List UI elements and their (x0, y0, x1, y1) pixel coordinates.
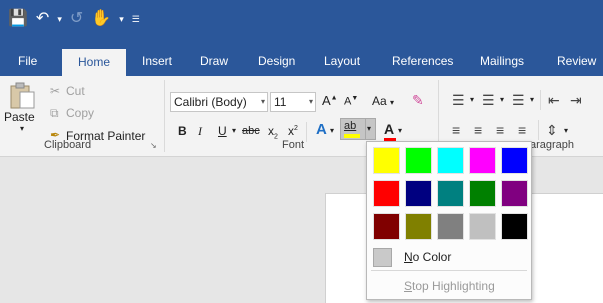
cut-button[interactable]: Cut (66, 84, 85, 98)
touch-dropdown-icon[interactable]: ▾ (119, 14, 124, 24)
line-spacing-icon[interactable]: ⇕ (546, 122, 558, 139)
change-case-button[interactable]: Aa ▾ (372, 94, 394, 108)
font-size-value: 11 (274, 95, 287, 109)
paragraph-group-label: aragraph (530, 139, 575, 151)
highlight-color-swatch[interactable] (501, 213, 528, 240)
no-color-option[interactable]: No Color (404, 250, 451, 264)
multilevel-dropdown-icon[interactable]: ▾ (530, 95, 534, 104)
subscript-button[interactable]: x2 (268, 124, 278, 140)
text-effects-dropdown-icon[interactable]: ▾ (330, 126, 334, 135)
paste-dropdown-icon[interactable]: ▾ (20, 124, 24, 133)
highlight-dropdown-button[interactable]: ▾ (366, 118, 376, 140)
bullets-dropdown-icon[interactable]: ▾ (470, 95, 474, 104)
tab-review[interactable]: Review (553, 46, 600, 76)
clipboard-launcher-icon[interactable]: ↘ (150, 141, 157, 150)
highlight-color-swatch[interactable] (373, 213, 400, 240)
copy-button[interactable]: Copy (66, 106, 94, 120)
no-color-swatch[interactable] (373, 248, 392, 267)
highlight-color-swatch[interactable] (469, 213, 496, 240)
tab-draw[interactable]: Draw (196, 46, 232, 76)
font-name-dropdown-icon[interactable]: ▾ (261, 93, 265, 111)
stop-highlighting-option: Stop Highlighting (404, 279, 495, 293)
ribbon-tabs: File Home Insert Draw Design Layout Refe… (0, 46, 603, 76)
numbering-icon[interactable]: ☰ (482, 92, 495, 109)
text-highlight-button[interactable]: ab (340, 118, 366, 140)
highlight-color-swatch[interactable] (405, 147, 432, 174)
undo-dropdown-icon[interactable]: ▾ (57, 14, 62, 24)
font-separator (306, 122, 307, 142)
highlight-color-swatch[interactable] (501, 147, 528, 174)
line-spacing-dropdown-icon[interactable]: ▾ (564, 126, 568, 135)
paragraph-separator (540, 90, 541, 110)
highlight-color-swatch[interactable] (405, 180, 432, 207)
highlight-label: ab (344, 120, 357, 132)
highlight-color-swatch[interactable] (437, 213, 464, 240)
justify-icon[interactable]: ≡ (518, 122, 526, 138)
tab-mailings[interactable]: Mailings (476, 46, 528, 76)
highlight-color-swatch[interactable] (373, 180, 400, 207)
tab-layout[interactable]: Layout (320, 46, 364, 76)
highlight-color-swatch[interactable] (437, 180, 464, 207)
shrink-font-button[interactable]: A▼ (344, 95, 358, 108)
tab-insert[interactable]: Insert (138, 46, 176, 76)
save-icon[interactable]: 💾 (8, 11, 28, 27)
multilevel-list-icon[interactable]: ☰ (512, 92, 525, 109)
paste-button[interactable]: Paste ▾ (4, 80, 42, 133)
align-left-icon[interactable]: ≡ (452, 122, 460, 138)
align-right-icon[interactable]: ≡ (496, 122, 504, 138)
font-name-value: Calibri (Body) (174, 95, 247, 109)
grow-font-button[interactable]: A▲ (322, 93, 338, 108)
highlight-color-menu: No Color Stop Highlighting (366, 141, 532, 300)
align-center-icon[interactable]: ≡ (474, 122, 482, 138)
quick-access-toolbar: 💾 ↶ ▾ ↺ ✋ ▾ ☰ (8, 8, 140, 30)
cut-icon: ✂ (50, 84, 61, 98)
paste-label: Paste (4, 110, 35, 124)
clipboard-icon (10, 82, 35, 109)
tab-references[interactable]: References (388, 46, 457, 76)
font-size-dropdown-icon[interactable]: ▾ (309, 93, 313, 111)
highlight-color-bar (344, 134, 360, 138)
text-effects-button[interactable]: A (316, 121, 327, 138)
undo-icon[interactable]: ↶ (36, 11, 49, 27)
highlight-dropdown-icon: ▾ (367, 124, 372, 133)
touch-mode-icon[interactable]: ✋ (91, 11, 111, 27)
highlight-color-swatch[interactable] (437, 147, 464, 174)
highlight-color-swatch[interactable] (405, 213, 432, 240)
copy-icon: ⧉ (50, 106, 59, 120)
strikethrough-button[interactable]: abc (242, 125, 260, 137)
paragraph-separator (538, 120, 539, 140)
clear-formatting-icon[interactable]: ✎ (412, 92, 424, 109)
underline-dropdown-icon[interactable]: ▾ (232, 126, 236, 135)
font-size-box[interactable]: 11 ▾ (270, 92, 316, 112)
italic-button[interactable]: I (198, 124, 202, 139)
font-group-label: Font (282, 139, 305, 151)
group-separator (164, 80, 165, 152)
superscript-button[interactable]: x2 (288, 124, 298, 138)
underline-button[interactable]: U (218, 124, 227, 138)
tab-home[interactable]: Home (62, 49, 126, 76)
customize-qat-icon[interactable]: ☰ (132, 14, 140, 24)
highlight-color-swatch[interactable] (501, 180, 528, 207)
decrease-indent-icon[interactable]: ⇤ (548, 92, 560, 109)
font-color-button[interactable]: A (384, 121, 394, 137)
clipboard-group-label: Clipboard (44, 139, 92, 151)
tab-design[interactable]: Design (254, 46, 299, 76)
font-name-box[interactable]: Calibri (Body) ▾ (170, 92, 268, 112)
highlight-color-swatch[interactable] (469, 180, 496, 207)
bullets-icon[interactable]: ☰ (452, 92, 465, 109)
numbering-dropdown-icon[interactable]: ▾ (500, 95, 504, 104)
title-bar: 💾 ↶ ▾ ↺ ✋ ▾ ☰ (0, 0, 603, 46)
font-color-dropdown-icon[interactable]: ▾ (398, 126, 402, 135)
redo-icon[interactable]: ↺ (70, 11, 83, 27)
tab-file[interactable]: File (14, 46, 41, 76)
menu-separator (371, 270, 527, 271)
highlight-color-swatch[interactable] (469, 147, 496, 174)
increase-indent-icon[interactable]: ⇥ (570, 92, 582, 109)
bold-button[interactable]: B (178, 124, 187, 138)
highlight-color-swatch[interactable] (373, 147, 400, 174)
